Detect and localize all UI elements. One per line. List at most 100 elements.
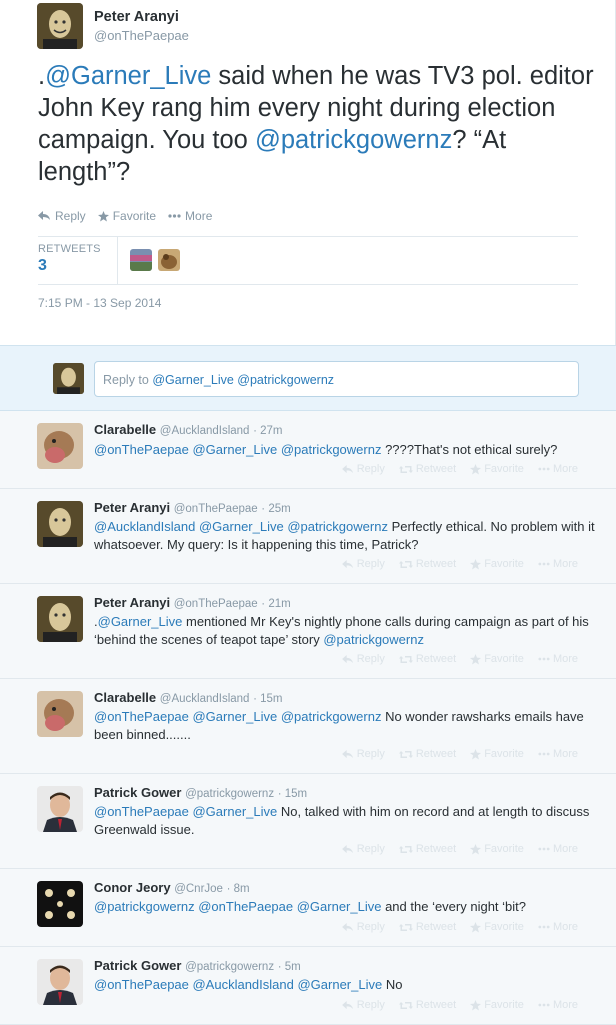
reply-mentions[interactable]: @onThePaepae @Garner_Live @patrickgowern… [94, 442, 381, 457]
reply-author-name[interactable]: Peter Aranyi [94, 595, 170, 610]
reply-avatar[interactable] [37, 959, 83, 1005]
reply-author-name[interactable]: Patrick Gower [94, 958, 181, 973]
reply-tweet[interactable]: Clarabelle @AucklandIsland · 15m @onThePa… [0, 679, 616, 774]
reply-button[interactable]: Reply [341, 843, 385, 855]
reply-tweet[interactable]: Peter Aranyi @onThePaepae · 21m .@Garner_… [0, 584, 616, 679]
more-button[interactable]: More [538, 843, 578, 855]
reply-tweet[interactable]: Patrick Gower @patrickgowernz · 15m @onTh… [0, 774, 616, 869]
favorite-button[interactable]: Favorite [470, 921, 524, 933]
favorite-label: Favorite [112, 209, 157, 223]
tweet-actions: Reply Favorite More [38, 209, 212, 223]
author-name[interactable]: Peter Aranyi [94, 9, 189, 25]
reply-author-name[interactable]: Clarabelle [94, 422, 156, 437]
favorite-label: Favorite [484, 748, 524, 760]
reply-time[interactable]: · 27m [253, 425, 282, 437]
reply-author-handle[interactable]: @patrickgowernz [185, 788, 274, 800]
star-icon [470, 653, 482, 665]
reply-button[interactable]: Reply [341, 999, 385, 1011]
reply-mentions[interactable]: @onThePaepae @AucklandIsland @Garner_Liv… [94, 977, 382, 992]
mention-link[interactable]: @patrickgowernz [255, 126, 452, 154]
reply-author-name[interactable]: Clarabelle [94, 690, 156, 705]
reply-author-name[interactable]: Patrick Gower [94, 785, 181, 800]
reply-time[interactable]: · 8m [227, 883, 250, 895]
avatar-peter-aranyi[interactable] [37, 3, 83, 49]
reply-avatar[interactable] [37, 596, 83, 642]
retweeter-avatar[interactable] [158, 249, 180, 271]
reply-button[interactable]: Reply [341, 558, 385, 570]
reply-author-handle[interactable]: @patrickgowernz [185, 961, 274, 973]
reply-actions: Reply Retweet Favorite More [341, 748, 578, 760]
reply-avatar[interactable] [37, 786, 83, 832]
reply-avatar[interactable] [37, 423, 83, 469]
reply-time[interactable]: · 5m [278, 961, 301, 973]
retweet-icon [398, 845, 413, 854]
author-handle[interactable]: @onThePaepae [94, 28, 189, 43]
retweet-button[interactable]: Retweet [398, 748, 456, 760]
tweet-author[interactable]: Peter Aranyi @onThePaepae [94, 9, 189, 43]
star-icon [470, 558, 482, 570]
reply-input[interactable]: Reply to @Garner_Live @patrickgowernz [94, 361, 579, 397]
reply-avatar[interactable] [37, 691, 83, 737]
reply-label: Reply [356, 653, 385, 665]
more-button[interactable]: More [168, 209, 212, 223]
reply-author-handle[interactable]: @AucklandIsland [160, 425, 250, 437]
reply-mentions[interactable]: @AucklandIsland @Garner_Live @patrickgow… [94, 519, 388, 534]
retweet-button[interactable]: Retweet [398, 921, 457, 933]
favorite-button[interactable]: Favorite [470, 463, 524, 475]
favorite-label: Favorite [484, 843, 524, 855]
tweet-timestamp[interactable]: 7:15 PM - 13 Sep 2014 [38, 296, 161, 310]
star-icon [470, 748, 482, 760]
reply-author-handle[interactable]: @onThePaepae [174, 503, 258, 515]
favorite-button[interactable]: Favorite [470, 558, 524, 570]
reply-mentions[interactable]: @onThePaepae @Garner_Live @patrickgowern… [94, 709, 381, 724]
reply-mentions[interactable]: @onThePaepae @Garner_Live [94, 804, 277, 819]
reply-trail-mention[interactable]: @patrickgowernz [323, 632, 424, 647]
more-button[interactable]: More [538, 748, 578, 760]
reply-avatar[interactable] [37, 881, 83, 927]
more-button[interactable]: More [538, 558, 578, 570]
retweet-button[interactable]: Retweet [398, 558, 456, 570]
more-button[interactable]: More [538, 463, 578, 475]
retweets-count[interactable]: 3 [38, 257, 47, 275]
retweet-button[interactable]: Retweet [398, 999, 456, 1011]
favorite-button[interactable]: Favorite [470, 843, 524, 855]
more-label: More [552, 748, 578, 760]
mention-link[interactable]: @Garner_Live [45, 62, 211, 90]
reply-time[interactable]: · 21m [261, 598, 290, 610]
more-button[interactable]: More [538, 921, 578, 933]
more-button[interactable]: More [538, 653, 578, 665]
reply-button[interactable]: Reply [341, 748, 385, 760]
more-icon [538, 752, 550, 756]
reply-tweet[interactable]: Patrick Gower @patrickgowernz · 5m @onThe… [0, 947, 616, 1025]
reply-author-name[interactable]: Peter Aranyi [94, 500, 170, 515]
more-icon [538, 925, 550, 929]
retweet-button[interactable]: Retweet [398, 463, 456, 475]
reply-button[interactable]: Reply [38, 209, 86, 223]
reply-author-handle[interactable]: @AucklandIsland [160, 693, 250, 705]
favorite-button[interactable]: Favorite [470, 653, 524, 665]
reply-tweet[interactable]: Peter Aranyi @onThePaepae · 25m @Auckland… [0, 489, 616, 584]
reply-author-handle[interactable]: @CnrJoe [174, 883, 223, 895]
favorite-button[interactable]: Favorite [470, 748, 524, 760]
reply-time[interactable]: · 15m [278, 788, 307, 800]
reply-button[interactable]: Reply [341, 463, 385, 475]
reply-avatar[interactable] [37, 501, 83, 547]
reply-header: Clarabelle @AucklandIsland · 15m [94, 690, 282, 705]
reply-mentions[interactable]: @patrickgowernz @onThePaepae @Garner_Liv… [94, 899, 381, 914]
retweeter-avatar[interactable] [130, 249, 152, 271]
reply-tweet[interactable]: Conor Jeory @CnrJoe · 8m @patrickgowernz … [0, 869, 616, 947]
retweet-label: Retweet [415, 921, 457, 933]
favorite-button[interactable]: Favorite [470, 999, 524, 1011]
retweet-button[interactable]: Retweet [398, 843, 456, 855]
reply-author-name[interactable]: Conor Jeory [94, 880, 171, 895]
reply-tweet[interactable]: Clarabelle @AucklandIsland · 27m @onThePa… [0, 411, 616, 489]
reply-button[interactable]: Reply [341, 653, 385, 665]
reply-mentions[interactable]: @Garner_Live [98, 614, 183, 629]
more-button[interactable]: More [538, 999, 578, 1011]
reply-time[interactable]: · 25m [261, 503, 290, 515]
reply-time[interactable]: · 15m [253, 693, 282, 705]
retweet-button[interactable]: Retweet [398, 653, 456, 665]
reply-author-handle[interactable]: @onThePaepae [174, 598, 258, 610]
reply-button[interactable]: Reply [341, 921, 385, 933]
favorite-button[interactable]: Favorite [97, 209, 157, 223]
